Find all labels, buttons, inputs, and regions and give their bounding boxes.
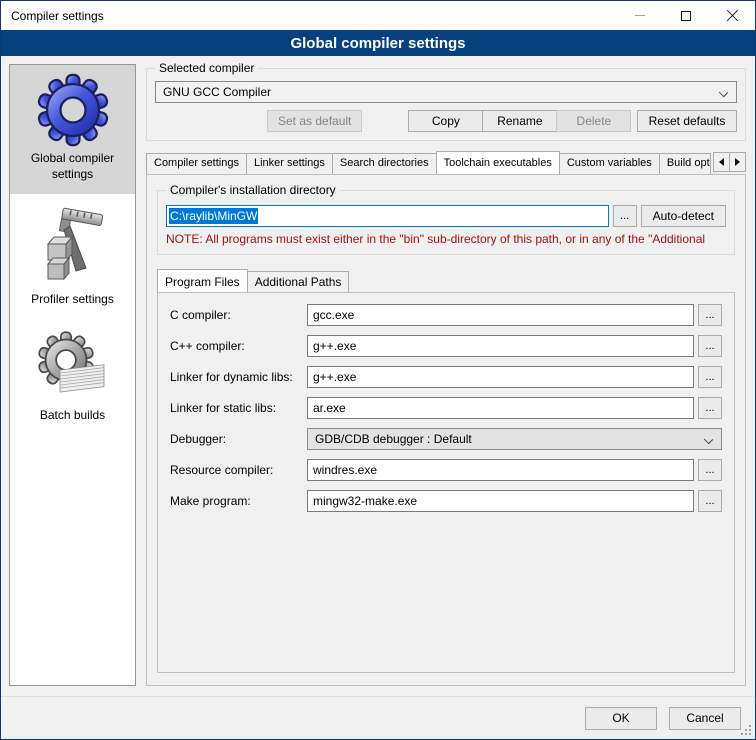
field-label: Make program: [170,494,303,508]
page-title: Global compiler settings [290,35,465,52]
make-program-input[interactable] [307,490,694,512]
dialog-footer: OK Cancel [1,696,755,739]
tab-search-directories[interactable]: Search directories [332,153,437,174]
toolchain-executables-panel: Compiler's installation directory C:\ray… [146,174,746,686]
browse-dynamic-linker-button[interactable]: ... [698,366,722,388]
installation-note: NOTE: All programs must exist either in … [166,232,726,246]
main-panel: Selected compiler GNU GCC Compiler Set a… [146,64,746,686]
set-as-default-button: Set as default [267,110,362,132]
field-label: Linker for static libs: [170,401,303,415]
caliper-icon [36,202,110,288]
maximize-button[interactable] [663,1,709,30]
compiler-select[interactable]: GNU GCC Compiler [155,81,737,103]
compiler-actions: Set as default Copy Rename Delete Reset … [155,110,737,132]
browse-cpp-compiler-button[interactable]: ... [698,335,722,357]
field-label: C++ compiler: [170,339,303,353]
field-label: C compiler: [170,308,303,322]
dynamic-linker-input[interactable] [307,366,694,388]
blue-gear-icon [36,73,110,147]
browse-make-program-button[interactable]: ... [698,490,722,512]
field-row-debugger: Debugger: GDB/CDB debugger : Default [170,428,722,450]
group-legend: Compiler's installation directory [166,183,340,197]
installation-directory-row: C:\raylib\MinGW ... Auto-detect [166,205,726,227]
field-label: Debugger: [170,432,303,446]
delete-button: Delete [556,110,631,132]
reset-defaults-button[interactable]: Reset defaults [637,110,737,132]
sidebar-item-label: Profiler settings [31,292,114,308]
rename-button[interactable]: Rename [482,110,557,132]
field-row-make-program: Make program: ... [170,490,722,512]
tab-custom-variables[interactable]: Custom variables [559,153,660,174]
compiler-select-value: GNU GCC Compiler [163,85,271,99]
chevron-down-icon [719,88,728,97]
tab-toolchain-executables[interactable]: Toolchain executables [436,151,560,174]
settings-tabstrip: Compiler settings Linker settings Search… [146,150,746,174]
auto-detect-button[interactable]: Auto-detect [641,205,726,227]
installation-directory-group: Compiler's installation directory C:\ray… [157,190,735,255]
field-row-dynamic-linker: Linker for dynamic libs: ... [170,366,722,388]
window-title: Compiler settings [1,9,104,23]
maximize-icon [681,11,691,21]
dialog-content: Global compiler settings [1,56,755,696]
group-legend: Selected compiler [155,61,258,75]
ok-button[interactable]: OK [585,707,657,730]
c-compiler-input[interactable] [307,304,694,326]
resize-grip[interactable] [749,733,751,735]
field-row-resource-compiler: Resource compiler: ... [170,459,722,481]
tab-program-files[interactable]: Program Files [157,269,248,292]
browse-static-linker-button[interactable]: ... [698,397,722,419]
compiler-settings-dialog: { "window": { "title": "Compiler setting… [0,0,756,740]
arrow-right-icon [735,158,740,166]
resource-compiler-input[interactable] [307,459,694,481]
dialog-header: Global compiler settings [1,30,755,56]
minimize-icon [635,15,645,16]
selected-compiler-group: Selected compiler GNU GCC Compiler Set a… [146,68,746,141]
sidebar-item-global-compiler-settings[interactable]: Global compiler settings [10,65,135,194]
tab-scroll-right-button[interactable] [729,152,746,172]
chevron-down-icon [704,435,713,444]
tab-linker-settings[interactable]: Linker settings [246,153,333,174]
close-button[interactable] [709,1,755,30]
selected-text: C:\raylib\MinGW [169,208,258,224]
arrow-left-icon [719,158,724,166]
close-icon [726,9,739,22]
debugger-select[interactable]: GDB/CDB debugger : Default [307,428,722,450]
field-label: Resource compiler: [170,463,303,477]
browse-resource-compiler-button[interactable]: ... [698,459,722,481]
minimize-button [617,1,663,30]
programs-tabstrip: Program Files Additional Paths [157,268,735,292]
installation-directory-input[interactable]: C:\raylib\MinGW [166,205,609,227]
tab-scroll-left-button[interactable] [713,152,730,172]
cancel-button[interactable]: Cancel [669,707,741,730]
browse-c-compiler-button[interactable]: ... [698,304,722,326]
program-files-panel: C compiler: ... C++ compiler: ... Linker… [157,292,735,673]
sidebar-item-batch-builds[interactable]: Batch builds [10,320,135,436]
sidebar-item-profiler-settings[interactable]: Profiler settings [10,194,135,320]
debugger-select-value: GDB/CDB debugger : Default [315,432,472,446]
settings-category-list: Global compiler settings [9,64,136,686]
titlebar: Compiler settings [1,1,755,30]
tab-build-options[interactable]: Build options [659,153,711,174]
window-controls [617,1,755,30]
static-linker-input[interactable] [307,397,694,419]
field-row-c-compiler: C compiler: ... [170,304,722,326]
field-row-cpp-compiler: C++ compiler: ... [170,335,722,357]
field-label: Linker for dynamic libs: [170,370,303,384]
browse-directory-button[interactable]: ... [613,205,637,227]
sidebar-item-label: Batch builds [40,408,105,424]
tab-scroll-buttons [714,152,746,172]
tab-compiler-settings[interactable]: Compiler settings [146,153,247,174]
cpp-compiler-input[interactable] [307,335,694,357]
gear-stack-icon [36,328,110,404]
field-row-static-linker: Linker for static libs: ... [170,397,722,419]
sidebar-item-label: Global compiler settings [14,151,131,182]
copy-button[interactable]: Copy [408,110,483,132]
tab-additional-paths[interactable]: Additional Paths [247,271,350,292]
